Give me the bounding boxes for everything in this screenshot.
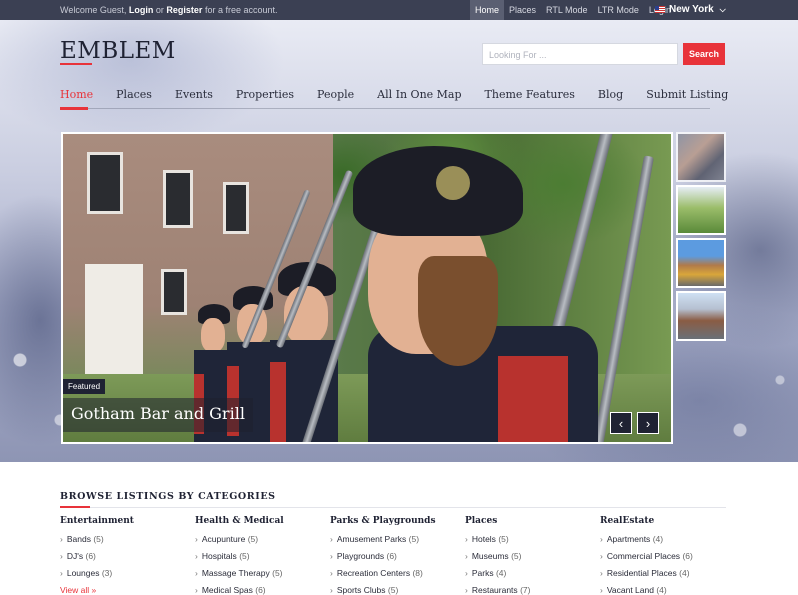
category-title[interactable]: Health & Medical (195, 516, 325, 526)
slider-thumbnail-4[interactable] (676, 291, 726, 341)
categories-divider (60, 507, 726, 508)
top-link-ltr-mode[interactable]: LTR Mode (593, 0, 644, 20)
city-selector[interactable]: New York ⌵ (655, 0, 726, 20)
category-item[interactable]: Lounges (3) (60, 568, 190, 585)
category-item[interactable]: Acupunture (5) (195, 534, 325, 551)
logo-underline (60, 63, 92, 65)
category-item[interactable]: Amusement Parks (5) (330, 534, 460, 551)
category-title[interactable]: RealEstate (600, 516, 730, 526)
search-input[interactable]: Looking For ... (482, 43, 678, 65)
nav-item-theme-features[interactable]: Theme Features (485, 88, 575, 110)
chevron-down-icon: ⌵ (719, 5, 726, 14)
top-link-places[interactable]: Places (504, 0, 541, 20)
main-nav: Home Places Events Properties People All… (60, 88, 751, 110)
welcome-or: or (155, 5, 164, 15)
category-item[interactable]: Bands (5) (60, 534, 190, 551)
nav-divider (60, 108, 710, 109)
top-link-rtl-mode[interactable]: RTL Mode (541, 0, 593, 20)
slider-prev-arrow-icon[interactable]: ‹ (610, 412, 632, 434)
nav-item-submit-listing[interactable]: Submit Listing (646, 88, 728, 110)
category-column: Parks & Playgrounds Amusement Parks (5) … (330, 516, 460, 595)
category-item[interactable]: Massage Therapy (5) (195, 568, 325, 585)
slide-window (163, 170, 193, 228)
welcome-message: Welcome Guest, Login or Register for a f… (60, 5, 278, 15)
category-column: Places Hotels (5) Museums (5) Parks (4) … (465, 516, 595, 595)
top-links: Home Places RTL Mode LTR Mode Login (470, 0, 676, 20)
category-item[interactable]: DJ's (6) (60, 551, 190, 568)
site-logo[interactable]: EMBLEM (60, 38, 176, 64)
search-button[interactable]: Search (683, 43, 725, 65)
slide-door (85, 264, 143, 374)
category-title[interactable]: Places (465, 516, 595, 526)
nav-item-properties[interactable]: Properties (236, 88, 294, 110)
featured-badge: Featured (63, 379, 106, 394)
category-item[interactable]: Vacant Land (4) (600, 585, 730, 595)
login-link[interactable]: Login (129, 5, 154, 15)
nav-item-blog[interactable]: Blog (598, 88, 623, 110)
top-bar: Welcome Guest, Login or Register for a f… (0, 0, 798, 20)
nav-item-places[interactable]: Places (116, 88, 152, 110)
category-item[interactable]: Hotels (5) (465, 534, 595, 551)
slider-thumbnail-3[interactable] (676, 238, 726, 288)
welcome-prefix: Welcome Guest, (60, 5, 127, 15)
categories-heading: BROWSE LISTINGS BY CATEGORIES (60, 491, 276, 502)
city-name: New York (669, 4, 714, 15)
slide-window (161, 269, 187, 315)
us-flag-icon (655, 5, 665, 13)
register-link[interactable]: Register (166, 5, 202, 15)
category-column: RealEstate Apartments (4) Commercial Pla… (600, 516, 730, 595)
category-item[interactable]: Sports Clubs (5) (330, 585, 460, 595)
category-title[interactable]: Entertainment (60, 516, 190, 526)
slide-window (87, 152, 123, 214)
slider-thumbnail-1[interactable] (676, 132, 726, 182)
nav-item-all-in-one-map[interactable]: All In One Map (377, 88, 461, 110)
category-item[interactable]: Commercial Places (6) (600, 551, 730, 568)
category-item[interactable]: Residential Places (4) (600, 568, 730, 585)
category-column: Entertainment Bands (5) DJ's (6) Lounges… (60, 516, 190, 595)
view-all-link[interactable]: View all » (60, 585, 190, 595)
category-item[interactable]: Apartments (4) (600, 534, 730, 551)
welcome-suffix: for a free account. (204, 5, 278, 15)
category-item[interactable]: Museums (5) (465, 551, 595, 568)
category-item[interactable]: Parks (4) (465, 568, 595, 585)
category-column: Health & Medical Acupunture (5) Hospital… (195, 516, 325, 595)
category-item[interactable]: Playgrounds (6) (330, 551, 460, 568)
category-item[interactable]: Recreation Centers (8) (330, 568, 460, 585)
slide-title[interactable]: Gotham Bar and Grill (63, 398, 253, 432)
category-item[interactable]: Medical Spas (6) (195, 585, 325, 595)
top-link-home[interactable]: Home (470, 0, 505, 20)
slider-thumbnail-2[interactable] (676, 185, 726, 235)
nav-item-events[interactable]: Events (175, 88, 213, 110)
category-title[interactable]: Parks & Playgrounds (330, 516, 460, 526)
categories-accent-line (60, 506, 90, 508)
nav-active-indicator (60, 107, 88, 110)
slide-window (223, 182, 249, 234)
category-item[interactable]: Restaurants (7) (465, 585, 595, 595)
nav-item-people[interactable]: People (317, 88, 354, 110)
category-item[interactable]: Hospitals (5) (195, 551, 325, 568)
slider-next-arrow-icon[interactable]: › (637, 412, 659, 434)
